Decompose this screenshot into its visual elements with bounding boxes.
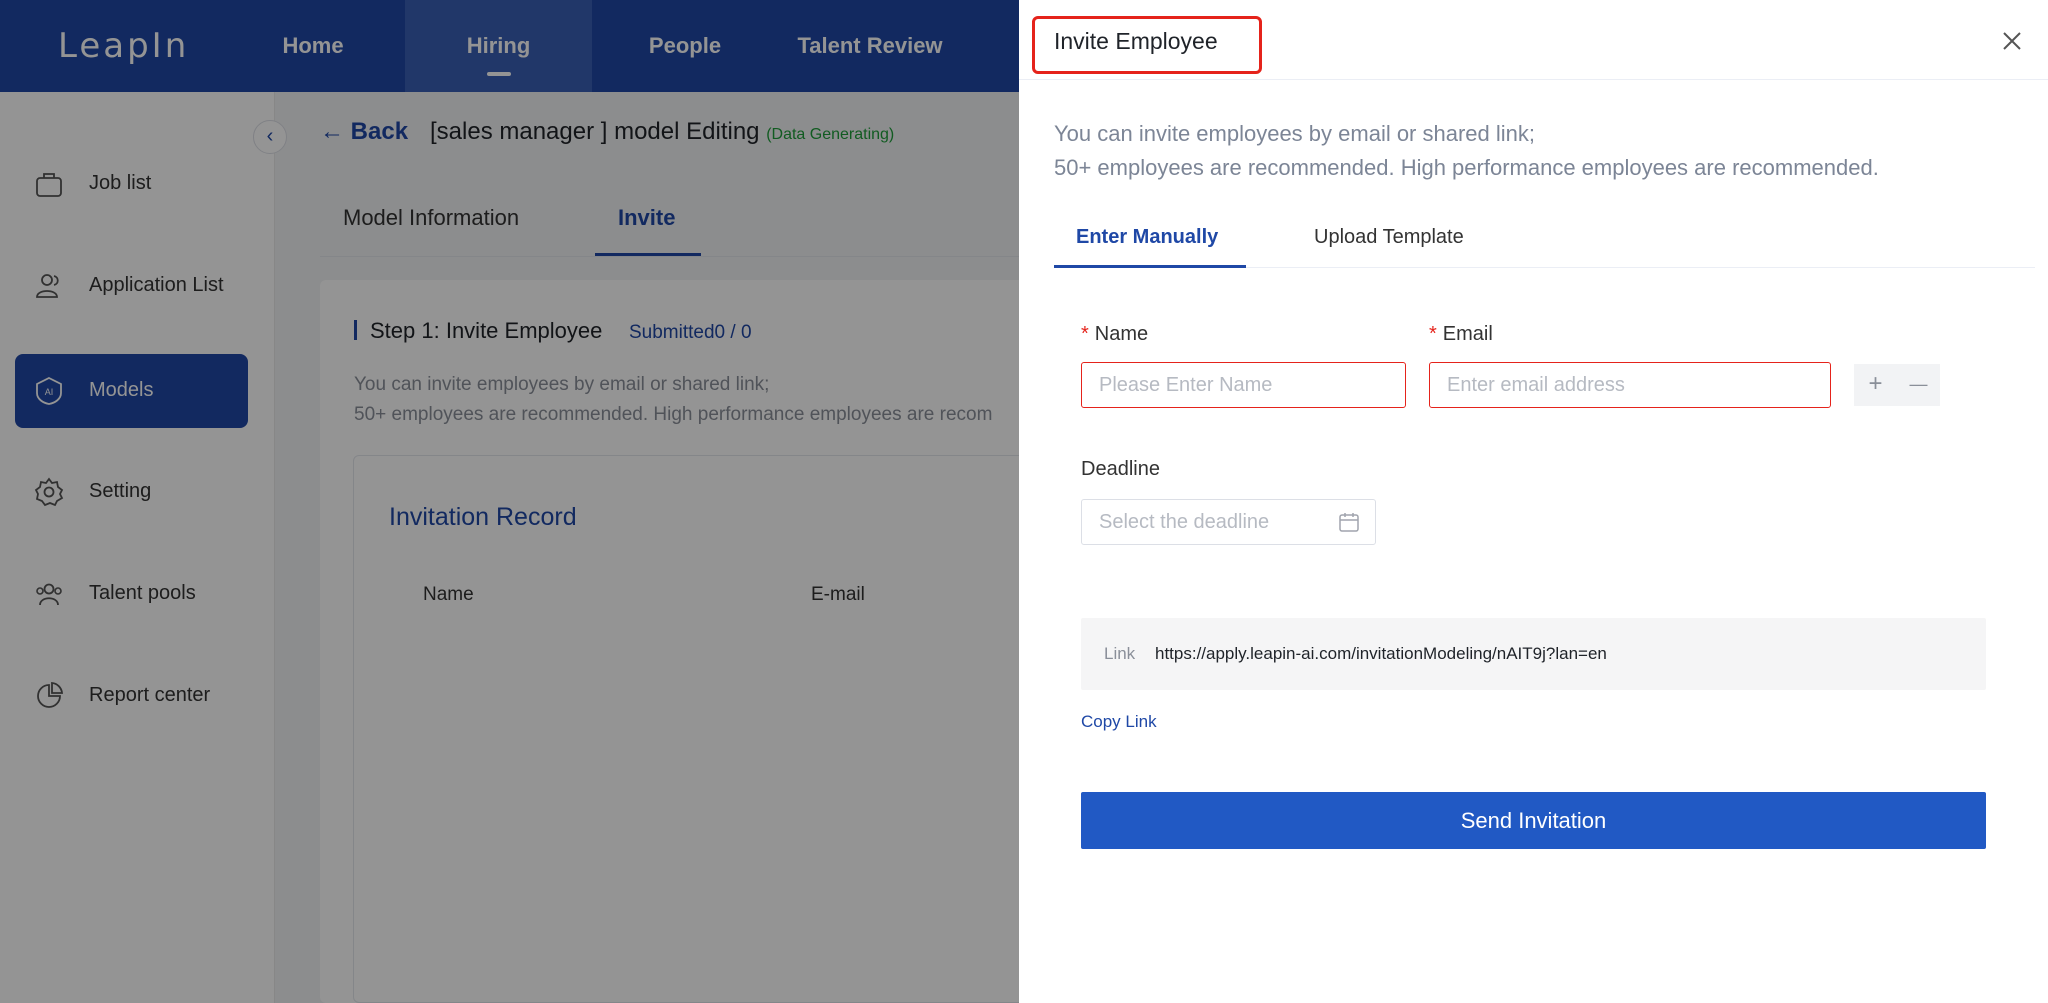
name-label: * Name (1081, 323, 1149, 345)
tab-upload-template[interactable]: Upload Template (1314, 226, 1464, 249)
plus-icon: + (1868, 370, 1883, 397)
share-link-box: Link https://apply.leapin-ai.com/invitat… (1081, 618, 1986, 690)
share-link-url[interactable]: https://apply.leapin-ai.com/invitationMo… (1155, 644, 1607, 664)
modal-overlay[interactable] (0, 0, 1019, 1003)
calendar-icon (1339, 513, 1359, 532)
copy-link-button[interactable]: Copy Link (1081, 712, 1157, 732)
drawer-intro: You can invite employees by email or sha… (1054, 121, 1879, 180)
name-input[interactable] (1081, 362, 1406, 408)
required-mark: * (1081, 323, 1089, 345)
drawer-title: Invite Employee (1054, 28, 1218, 54)
remove-row-button[interactable]: — (1897, 364, 1940, 406)
invite-employee-drawer: Invite Employee You can invite employees… (1019, 0, 2048, 1003)
tab-enter-manually[interactable]: Enter Manually (1076, 226, 1218, 249)
deadline-placeholder: Select the deadline (1099, 511, 1270, 533)
link-label: Link (1104, 644, 1136, 663)
email-input[interactable] (1429, 362, 1831, 408)
email-label: * Email (1429, 323, 1493, 345)
deadline-label: Deadline (1081, 458, 1160, 480)
deadline-picker[interactable]: Select the deadline (1081, 499, 1376, 545)
send-invitation-button[interactable]: Send Invitation (1081, 792, 1986, 849)
minus-icon: — (1909, 374, 1928, 394)
add-row-button[interactable]: + (1854, 364, 1897, 406)
close-icon[interactable] (1997, 26, 2027, 56)
required-mark: * (1429, 323, 1437, 345)
drawer-tab-active-indicator (1054, 265, 1246, 268)
